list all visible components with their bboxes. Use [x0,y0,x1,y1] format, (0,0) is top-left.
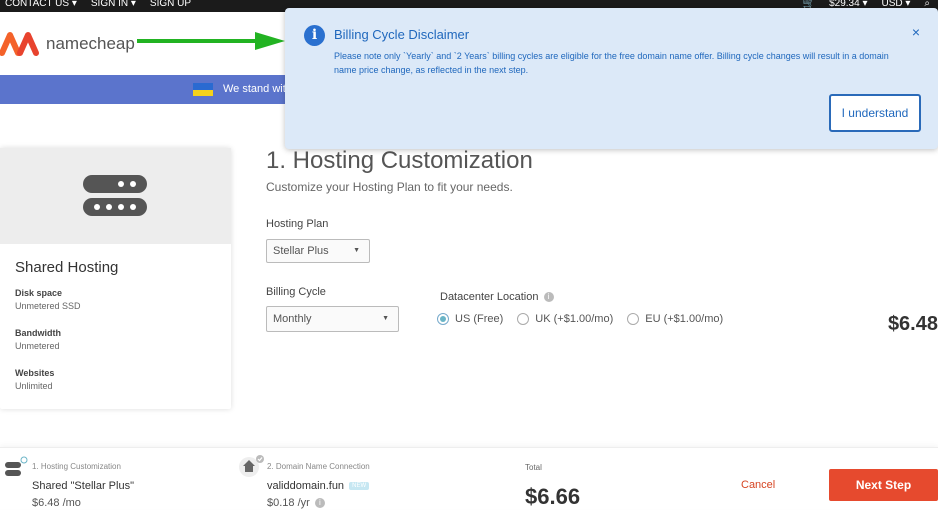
radio-label: UK (+$1.00/mo) [535,313,614,325]
billing-cycle-value: Monthly [273,313,312,325]
info-icon: i [304,25,325,46]
new-badge: NEW [349,482,370,491]
radio-selected-icon [437,313,449,325]
home-step-icon [239,455,264,477]
contact-us-link[interactable]: CONTACT US ▾ [5,0,77,9]
hosting-plan-label: Hosting Plan [266,218,329,230]
sign-in-link[interactable]: SIGN IN ▾ [91,0,136,9]
info-icon[interactable]: i [543,292,554,303]
datacenter-label: Datacenter Location i [440,291,554,303]
spec-value: Unmetered [15,341,60,351]
spec-label: Websites [15,368,55,378]
radio-label: US (Free) [455,313,504,325]
step2-label: 2. Domain Name Connection [267,462,370,471]
step1-label: 1. Hosting Customization [32,462,121,471]
billing-cycle-select[interactable]: Monthly ▼ [266,306,399,332]
product-card: Shared Hosting Disk space Unmetered SSD … [0,148,231,409]
spec-websites: Websites Unlimited [15,367,54,393]
close-icon[interactable]: × [912,24,920,40]
server-icon [83,175,147,216]
sign-up-link[interactable]: SIGN UP [150,0,191,9]
server-step-icon [5,456,28,476]
top-left-links: CONTACT US ▾ SIGN IN ▾ SIGN UP [5,0,191,9]
chevron-down-icon: ▼ [353,247,360,254]
step2-name: validdomain.fun NEW [267,480,370,492]
next-step-button[interactable]: Next Step [829,469,938,501]
step2-price-value: $0.18 /yr [267,497,310,509]
radio-uk[interactable]: UK (+$1.00/mo) [517,313,613,325]
page-subtitle: Customize your Hosting Plan to fit your … [266,180,513,194]
billing-cycle-label: Billing Cycle [266,286,326,298]
step2-price: $0.18 /yr i [267,497,325,509]
page-title: 1. Hosting Customization [266,147,533,174]
green-arrow-icon [137,32,285,50]
total-price: $6.66 [525,484,581,509]
plan-price: $6.48 [887,313,938,335]
ukraine-flag-icon [193,83,213,96]
namecheap-logo-icon [0,32,39,56]
spec-label: Disk space [15,288,63,298]
spec-label: Bandwidth [15,328,61,338]
radio-us[interactable]: US (Free) [437,313,503,325]
billing-disclaimer-dialog: i Billing Cycle Disclaimer Please note o… [285,8,938,149]
dialog-title: Billing Cycle Disclaimer [334,27,470,42]
cancel-button[interactable]: Cancel [741,479,775,491]
radio-eu[interactable]: EU (+$1.00/mo) [627,313,723,325]
order-summary-bar: 1. Hosting Customization Shared "Stellar… [0,447,938,509]
total-label: Total [525,463,542,472]
brand-name: namecheap [46,34,135,53]
hosting-plan-select[interactable]: Stellar Plus ▼ [266,239,370,263]
step1-price: $6.48 /mo [32,497,81,509]
domain-name: validdomain.fun [267,480,345,492]
spec-bandwidth: Bandwidth Unmetered [15,327,61,353]
datacenter-label-text: Datacenter Location [440,291,539,303]
hosting-plan-value: Stellar Plus [273,245,329,257]
info-icon[interactable]: i [314,498,325,509]
understand-button[interactable]: I understand [829,94,921,132]
radio-label: EU (+$1.00/mo) [645,313,724,325]
dialog-text: Please note only `Yearly` and `2 Years` … [334,51,889,75]
product-title: Shared Hosting [15,259,119,276]
step1-name: Shared "Stellar Plus" [32,480,134,492]
datacenter-radio-group: US (Free) UK (+$1.00/mo) EU (+$1.00/mo) [437,313,723,325]
spec-value: Unlimited [15,381,53,391]
radio-empty-icon [627,313,640,325]
spec-value: Unmetered SSD [15,301,81,311]
banner-message[interactable]: We stand wit [223,83,286,95]
spec-disk: Disk space Unmetered SSD [15,287,81,313]
radio-empty-icon [517,313,530,325]
logo[interactable]: namecheap [0,31,135,57]
product-image [0,148,231,244]
chevron-down-icon: ▼ [382,315,389,322]
